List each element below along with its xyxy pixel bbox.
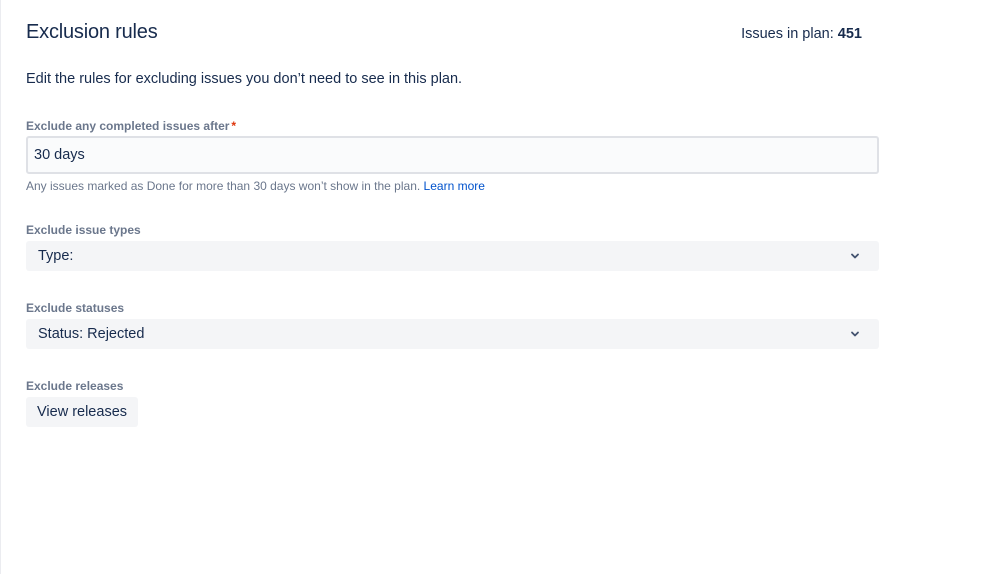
- completed-issues-label-text: Exclude any completed issues after: [26, 119, 230, 133]
- issues-in-plan: Issues in plan: 451: [741, 23, 862, 45]
- issue-types-select[interactable]: Type:: [26, 241, 879, 271]
- chevron-down-icon: [851, 253, 859, 259]
- statuses-select-value: Status: Rejected: [38, 326, 145, 342]
- helper-text: Any issues marked as Done for more than …: [26, 179, 424, 193]
- learn-more-link[interactable]: Learn more: [424, 179, 485, 193]
- page-description: Edit the rules for excluding issues you …: [26, 71, 463, 87]
- page-title: Exclusion rules: [26, 21, 158, 43]
- releases-label: Exclude releases: [26, 379, 124, 393]
- issues-in-plan-label: Issues in plan:: [741, 26, 838, 42]
- chevron-down-icon: [851, 331, 859, 337]
- issues-in-plan-count: 451: [837, 26, 862, 42]
- completed-issues-input[interactable]: [26, 136, 879, 174]
- statuses-select[interactable]: Status: Rejected: [26, 319, 879, 349]
- exclusion-rules-page: Exclusion rules Issues in plan: 451 Edit…: [0, 0, 998, 574]
- completed-issues-label: Exclude any completed issues after *: [26, 118, 236, 134]
- view-releases-button[interactable]: View releases: [26, 397, 139, 427]
- issue-types-select-value: Type:: [38, 248, 74, 264]
- header: Exclusion rules Issues in plan: 451: [26, 18, 878, 52]
- required-indicator: *: [231, 119, 237, 133]
- issue-types-label: Exclude issue types: [26, 223, 141, 237]
- completed-issues-helper: Any issues marked as Done for more than …: [26, 178, 485, 194]
- statuses-label: Exclude statuses: [26, 301, 125, 315]
